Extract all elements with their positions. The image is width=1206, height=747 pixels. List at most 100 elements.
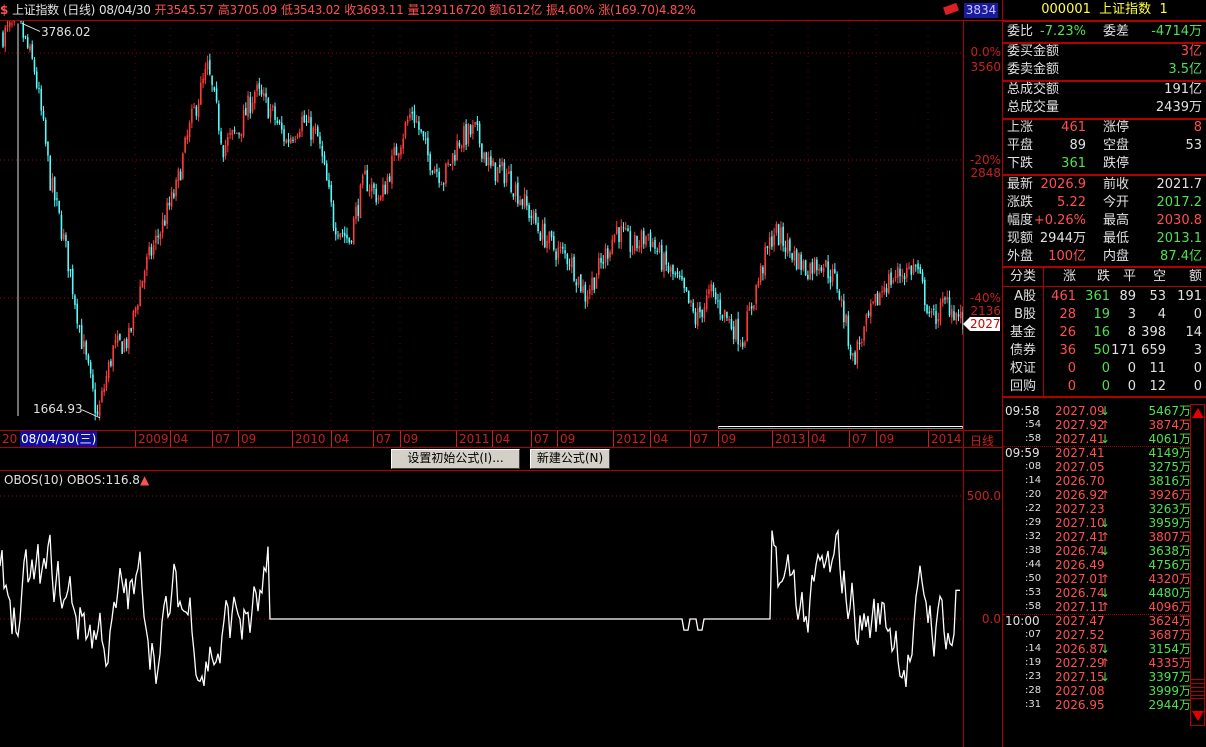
candle-body [854,352,856,365]
tick-time: :29 [1025,517,1042,528]
cell: 191 [1177,289,1202,304]
obos-divider [0,470,1002,471]
stock-icon[interactable]: $ [0,3,8,17]
candle-body [539,232,542,241]
candle-body [38,88,40,90]
date-tick-label: 09 [557,431,575,447]
tick-time: :07 [1025,629,1042,640]
tick-price: 2027.10 [1055,516,1105,530]
candle-body [744,341,746,347]
init-formula-button[interactable]: 设置初始公式(I)... [391,449,520,469]
tick-row: :31 2026.95 2944万 [1003,698,1191,712]
tick-time: 09:59 [1005,446,1040,460]
change-value: 涨(169.70)4.82% [598,3,696,17]
candle-body [804,260,807,276]
value: 53 [1185,138,1202,153]
tick-volume: 3874万 [1148,418,1191,432]
candle-body [359,184,362,218]
candle-body [298,131,301,137]
new-formula-button[interactable]: 新建公式(N) [530,449,610,469]
candle-body [193,107,195,109]
cell: 36 [1059,343,1076,358]
candle-body [741,342,744,347]
candle-body [811,262,814,274]
candle-body [339,233,342,238]
candle-body [748,307,751,311]
candle-body [148,246,150,256]
candle-body [92,374,94,389]
volume-value: 量129116720 [407,3,486,17]
tick-row: :58 2027.11 ↑ 4096万 [1003,600,1191,614]
candle-body [379,196,382,200]
candle-body [582,286,584,293]
tick-volume: 4335万 [1148,656,1191,670]
tick-volume: 3999万 [1148,684,1191,698]
scroll-thumb[interactable] [1191,679,1204,699]
candle-body [330,185,333,203]
candle-body [775,223,778,233]
candle-body [755,284,757,304]
candlestick-chart[interactable] [0,21,963,430]
date-tick-label: 2013 [772,431,806,447]
cell: 50 [1093,343,1110,358]
candle-body [636,235,638,248]
tick-list[interactable]: 09:58 2027.09 ↓ 5467万:54 2027.92 ↑ 3874万:58 202… [1003,404,1206,734]
obos-chart[interactable] [0,488,963,747]
cell: 回购 [1009,379,1036,394]
tick-row: :28 2027.08 3999万 [1003,684,1191,698]
cell: 0 [1127,379,1136,394]
candle-body [597,258,600,275]
tick-volume: 5467万 [1148,404,1191,418]
tick-price: 2027.11 [1055,600,1105,614]
cell: 3 [1193,343,1202,358]
cell: 基金 [1009,325,1036,340]
candle-body [926,304,928,314]
candle-body [719,299,721,315]
candle-body [400,147,402,155]
candle-body [847,315,850,346]
tick-scrollbar[interactable] [1190,404,1205,726]
tick-row: :08 2027.05 3275万 [1003,460,1191,474]
label: 下跌 [1007,156,1034,171]
cell: 461 [1051,289,1076,304]
scroll-range-bar[interactable] [718,426,963,429]
candle-body [391,155,393,184]
candle-body [611,239,614,255]
tick-time: :08 [1025,461,1042,472]
scroll-down-arrow[interactable] [1192,711,1204,721]
candle-body [526,196,528,206]
candle-body [553,236,555,250]
candle-body [168,202,171,206]
candle-body [813,258,816,273]
candle-body [562,246,564,249]
candle-body [314,129,317,131]
candle-body [348,237,351,243]
candle-body [200,82,202,105]
scroll-up-arrow[interactable] [1191,408,1204,418]
candle-body [87,355,90,363]
date-tick-label: 07 [690,431,708,447]
candle-body [825,260,827,267]
candle-body [932,308,935,310]
candle-body [692,303,695,312]
candle-body [771,236,773,247]
tick-time: :19 [1025,657,1042,668]
candle-body [856,341,859,364]
tick-volume: 3154万 [1148,642,1191,656]
candle-body [861,341,863,343]
candle-body [836,273,838,289]
candle-body [624,228,627,230]
candle-body [141,280,144,288]
candle-body [334,227,337,235]
up-arrow-icon: ↑ [1100,572,1111,586]
candle-body [274,106,276,120]
candle-body [591,277,593,291]
cell: 额 [1188,269,1202,284]
candle-body [782,226,784,246]
value: 5.22 [1057,195,1086,210]
candle-body [890,272,892,285]
candle-body [690,300,692,303]
candle-body [29,46,31,50]
candle-body [312,127,315,140]
candle-body [357,205,360,216]
